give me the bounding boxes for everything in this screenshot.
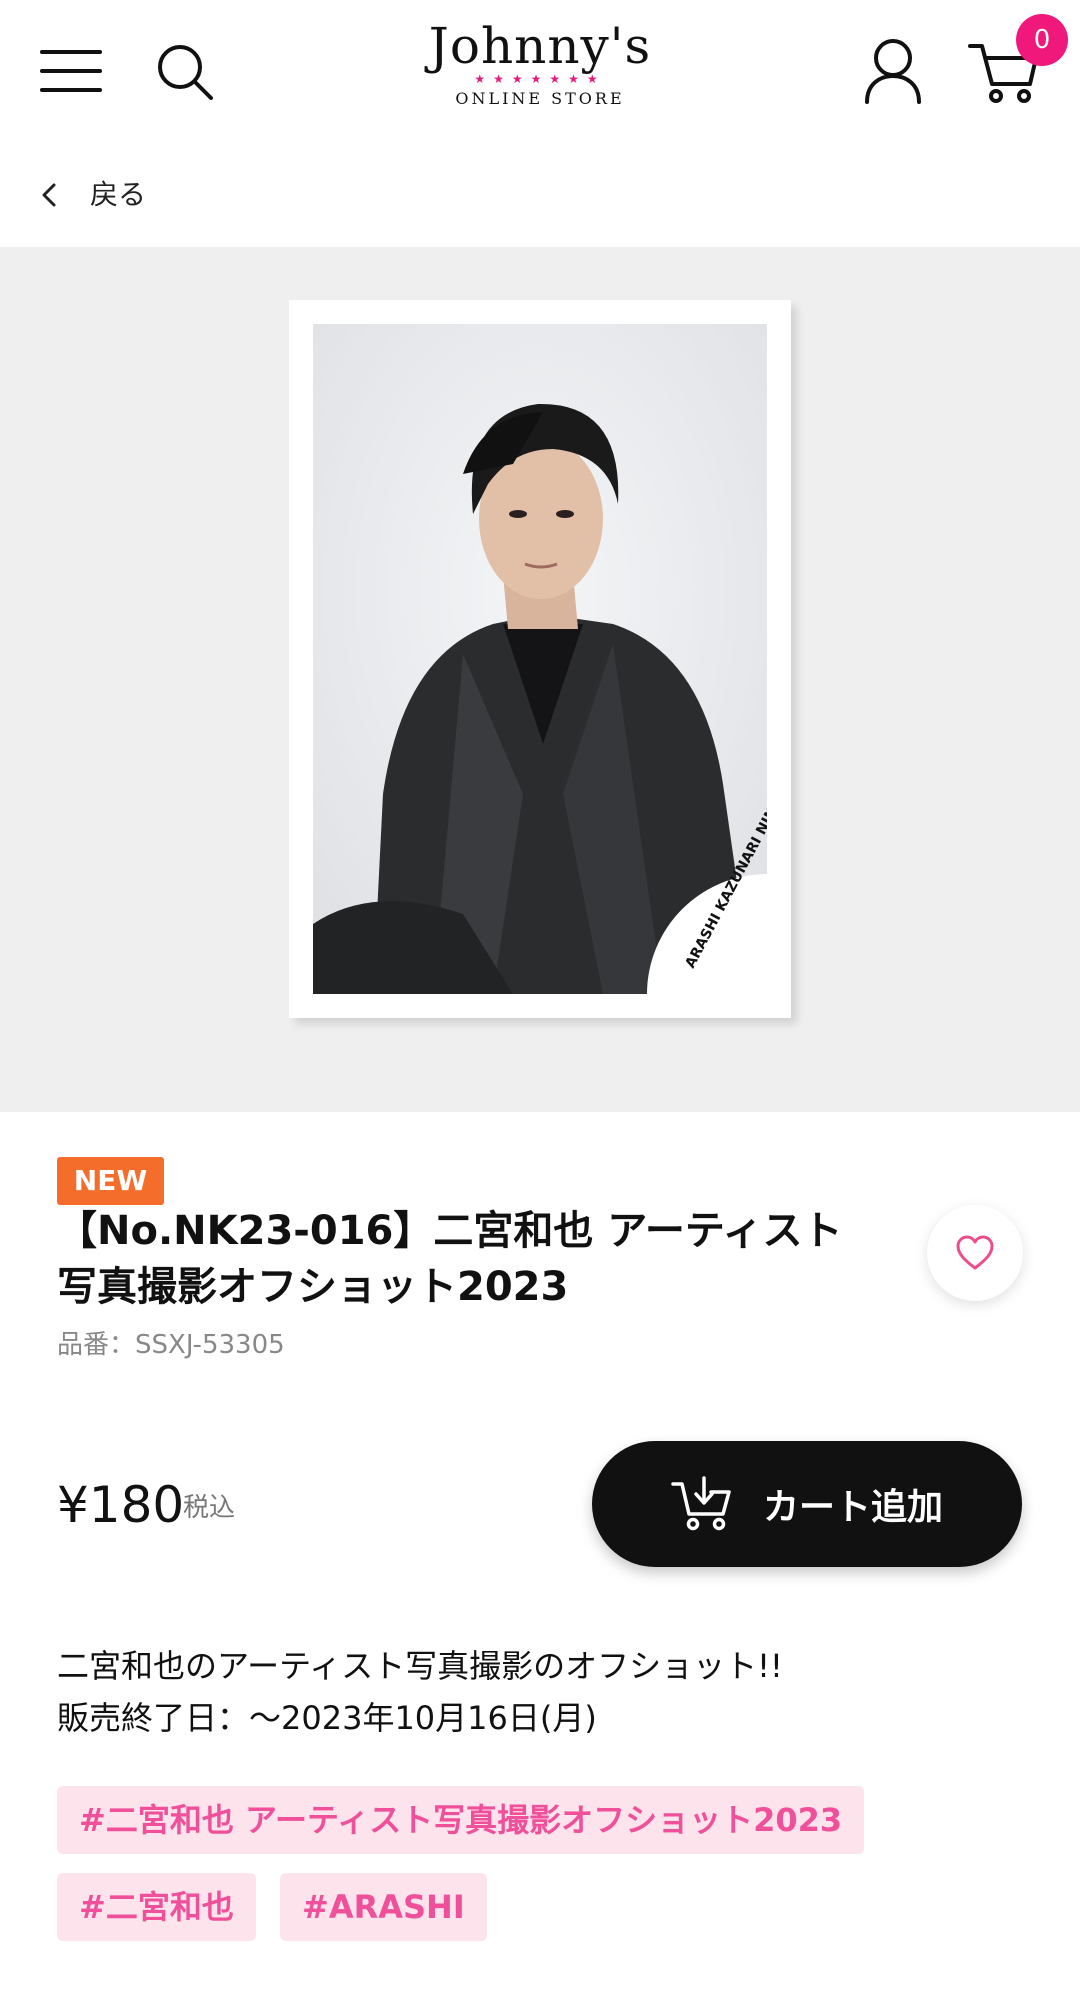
store-logo[interactable]: Johnny's ★★★★★★★ ONLINE STORE <box>420 14 660 126</box>
product-photo: ARASHI KAZUNARI NINOMIYA <box>313 324 767 994</box>
add-to-cart-icon <box>671 1476 731 1531</box>
product-image-area: ARASHI KAZUNARI NINOMIYA <box>0 247 1080 1112</box>
heart-icon <box>956 1235 994 1270</box>
add-to-cart-button[interactable]: カート追加 <box>592 1441 1022 1567</box>
tax-label: 税込 <box>183 1493 236 1523</box>
product-title: 【No.NK23-016】二宮和也 アーティスト 写真撮影オフショット2023 <box>57 1203 887 1315</box>
add-to-cart-label: カート追加 <box>762 1487 943 1528</box>
chevron-left-icon <box>42 183 56 207</box>
search-icon[interactable] <box>155 42 217 104</box>
logo-subtitle: ONLINE STORE <box>455 89 625 108</box>
favorite-button[interactable] <box>927 1205 1023 1301</box>
product-price: ¥180 <box>57 1476 185 1534</box>
cart-count-badge: 0 <box>1016 14 1068 66</box>
tag-arashi[interactable]: #ARASHI <box>280 1873 487 1941</box>
logo-text: Johnny's <box>428 17 652 75</box>
description-line2: 販売終了日：～2023年10月16日(月) <box>57 1699 597 1737</box>
account-icon[interactable] <box>862 36 924 106</box>
new-badge: NEW <box>57 1157 164 1205</box>
product-title-line2: 写真撮影オフショット2023 <box>57 1264 569 1310</box>
tag-ninomiya[interactable]: #二宮和也 <box>57 1873 256 1941</box>
hamburger-menu-icon[interactable] <box>40 50 102 92</box>
back-link[interactable]: 戻る <box>38 170 146 220</box>
back-label: 戻る <box>90 178 147 211</box>
description-line1: 二宮和也のアーティスト写真撮影のオフショット!! <box>57 1647 783 1685</box>
product-title-line1: 【No.NK23-016】二宮和也 アーティスト <box>57 1208 843 1254</box>
product-description: 二宮和也のアーティスト写真撮影のオフショット!! 販売終了日：～2023年10月… <box>57 1640 783 1744</box>
product-sku: 品番：SSXJ-53305 <box>57 1330 285 1360</box>
tag-series[interactable]: #二宮和也 アーティスト写真撮影オフショット2023 <box>57 1786 865 1854</box>
product-photo-card[interactable]: ARASHI KAZUNARI NINOMIYA <box>289 300 791 1018</box>
site-header: Johnny's ★★★★★★★ ONLINE STORE 0 <box>0 0 1080 140</box>
